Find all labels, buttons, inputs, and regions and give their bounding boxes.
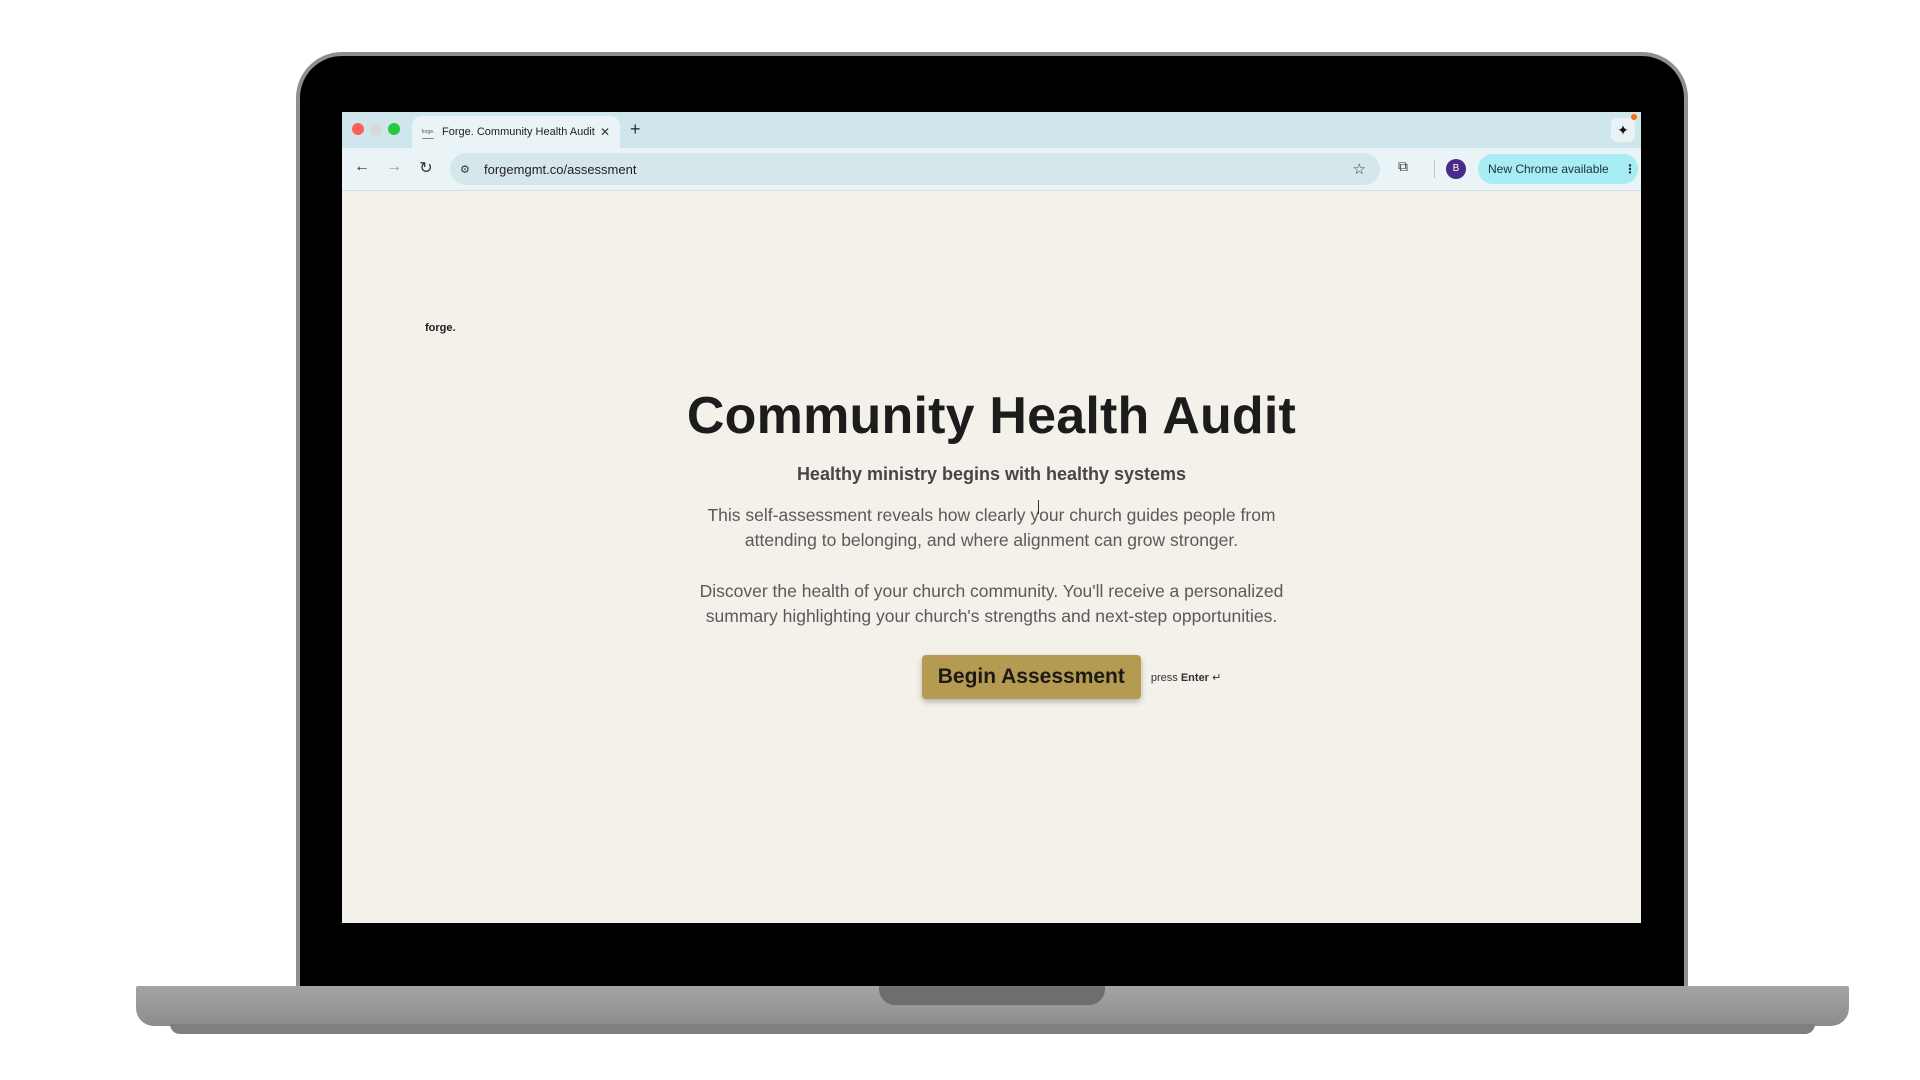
bookmark-star-icon[interactable]: ☆ <box>1353 160 1366 178</box>
cta-row: Begin Assessment press Enter ↵ <box>422 655 1641 699</box>
page-title: Community Health Audit <box>686 387 1297 445</box>
browser-window: forge. Forge. Community Health Audit ✕ +… <box>342 112 1641 923</box>
page-subtitle: Healthy ministry begins with healthy sys… <box>796 464 1187 484</box>
forge-logo[interactable]: forge. <box>425 322 456 334</box>
address-bar[interactable]: ⚙ forgemgmt.co/assessment ☆ <box>450 153 1380 185</box>
tab-bar: forge. Forge. Community Health Audit ✕ +… <box>342 112 1641 148</box>
gemini-icon[interactable]: ✦ <box>1611 118 1635 142</box>
site-info-icon[interactable]: ⚙ <box>460 163 476 176</box>
notification-dot <box>1631 114 1637 120</box>
tab-title: Forge. Community Health Audit <box>442 126 595 138</box>
tab-active[interactable]: forge. Forge. Community Health Audit ✕ <box>412 116 620 148</box>
favicon-icon: forge. <box>422 126 434 139</box>
forward-arrow-icon[interactable]: → <box>384 158 404 176</box>
enter-key-icon: ↵ <box>1212 671 1222 684</box>
page-content: forge. Community Health Audit Healthy mi… <box>342 191 1641 923</box>
text-cursor <box>1038 500 1039 514</box>
reload-icon[interactable]: ↻ <box>416 158 436 178</box>
close-window-button[interactable] <box>352 123 364 135</box>
browser-toolbar: ← → ↻ ⚙ forgemgmt.co/assessment ☆ ⧉ B Ne… <box>342 148 1641 191</box>
close-tab-icon[interactable]: ✕ <box>596 125 614 139</box>
enter-key-label: Enter <box>1180 671 1209 684</box>
laptop-foot <box>170 1024 1815 1034</box>
hero-section: Community Health Audit Healthy ministry … <box>342 386 1641 699</box>
minimize-window-button[interactable] <box>370 123 382 135</box>
reading-mode-icon[interactable]: ⧉ <box>1398 158 1408 175</box>
enter-hint: press Enter ↵ <box>1151 671 1221 684</box>
description-paragraph: Discover the health of your church commu… <box>699 581 1284 626</box>
back-arrow-icon[interactable]: ← <box>352 158 372 176</box>
more-menu-icon[interactable]: ⋮ <box>1622 162 1638 176</box>
update-label: New Chrome available <box>1488 162 1609 176</box>
new-tab-icon[interactable]: + <box>630 119 641 140</box>
url-text[interactable]: forgemgmt.co/assessment <box>484 162 1353 177</box>
begin-assessment-button[interactable]: Begin Assessment <box>921 655 1141 699</box>
intro-paragraph: This self-assessment reveals how clearly… <box>707 505 1276 550</box>
profile-avatar[interactable]: B <box>1446 159 1466 179</box>
toolbar-divider <box>1434 160 1435 178</box>
enter-hint-prefix: press <box>1150 671 1178 684</box>
laptop-notch <box>879 986 1105 1005</box>
maximize-window-button[interactable] <box>388 123 400 135</box>
new-chrome-available-button[interactable]: New Chrome available ⋮ <box>1478 154 1638 184</box>
